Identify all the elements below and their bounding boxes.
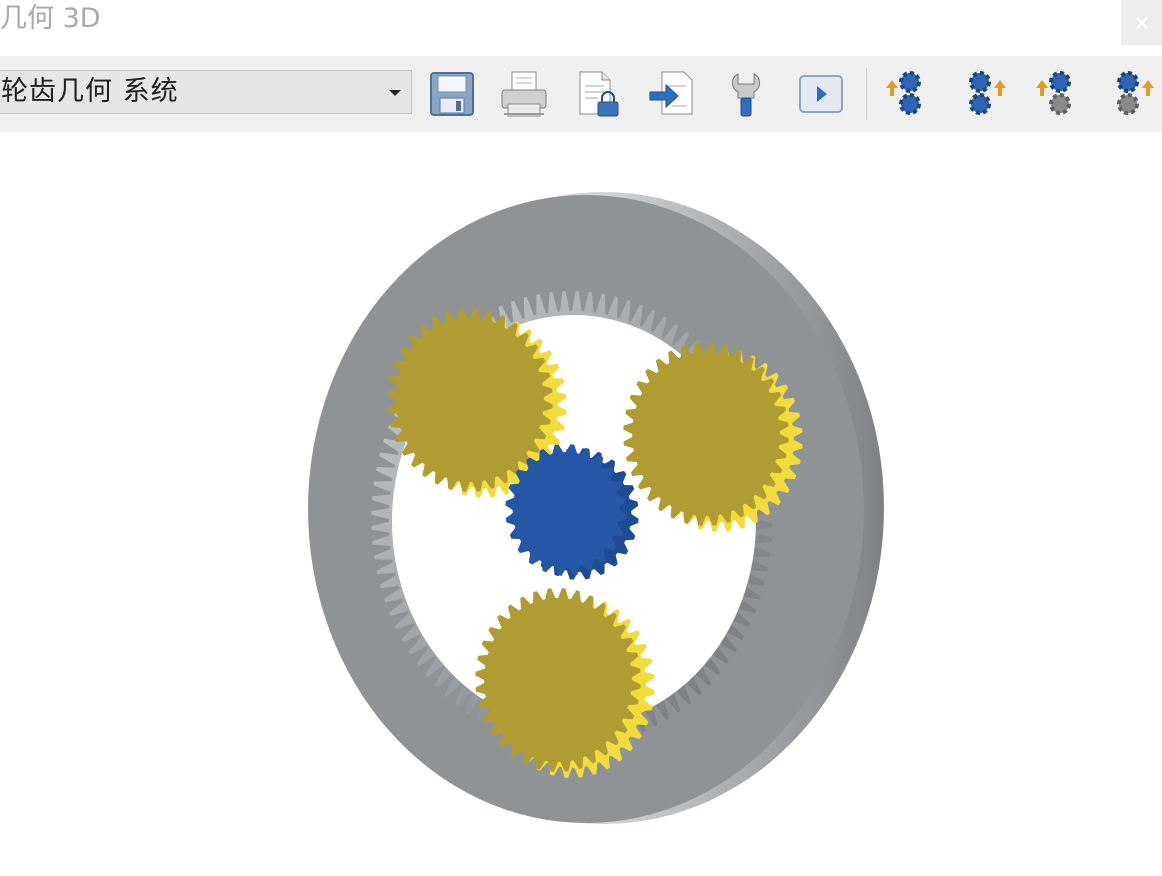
close-icon [1135,16,1148,29]
planetary-gear-model [308,192,884,824]
wrench-icon [731,73,761,117]
print-button[interactable] [498,68,550,120]
document-lock-icon [579,71,619,117]
gears-arrow-icon [886,71,921,115]
animate-button[interactable] [796,68,848,120]
export-document-button[interactable] [572,68,624,120]
gear-view-3-button[interactable] [1030,68,1082,120]
printer-icon [501,71,547,117]
chevron-down-icon [389,90,401,96]
close-button[interactable] [1121,0,1162,45]
window-title: 几何 3D [0,3,101,34]
title-bar: 几何 3D [0,0,1162,52]
gear-view-2-button[interactable] [956,68,1008,120]
gears-arrow-icon [1036,71,1071,115]
toolbar-separator [866,68,867,120]
save-button[interactable] [426,68,478,120]
gear-3d-viewport[interactable] [0,132,1162,876]
gear-view-4-button[interactable] [1106,68,1158,120]
import-arrow-icon [649,71,693,115]
gears-arrow-icon [969,71,1006,115]
gear-view-1-button[interactable] [880,68,932,120]
import-button[interactable] [646,68,698,120]
play-icon [799,75,843,113]
system-select[interactable]: 轮齿几何 系统 [0,70,412,114]
planet-gear-face [475,588,641,772]
save-icon [430,72,474,116]
planet-gear-face [623,342,789,526]
settings-button[interactable] [720,68,772,120]
system-select-value: 轮齿几何 系统 [1,76,179,107]
toolbar: 轮齿几何 系统 [0,56,1162,132]
gears-arrow-icon [1117,71,1154,115]
